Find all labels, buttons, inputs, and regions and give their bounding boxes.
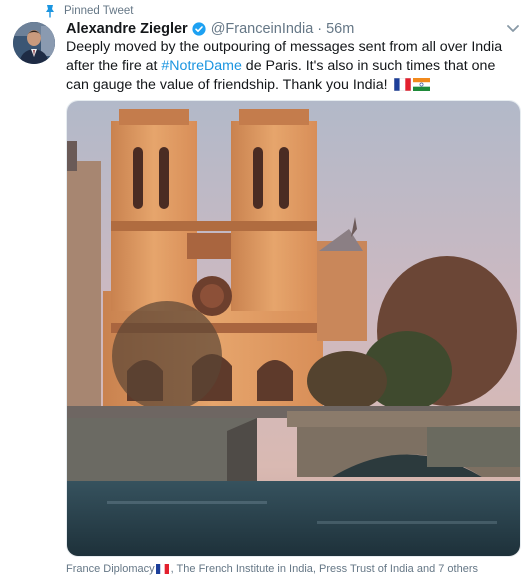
- avatar-image: [13, 22, 55, 64]
- notre-dame-photo: [67, 101, 520, 556]
- verified-badge-icon: [192, 22, 206, 36]
- liked-by-summary[interactable]: France Diplomacy , The French Institute …: [66, 562, 478, 576]
- liked-by-others: , The French Institute in India, Press T…: [170, 563, 478, 575]
- hashtag-link[interactable]: #NotreDame: [161, 58, 241, 74]
- tweet-text: Deeply moved by the outpouring of messag…: [66, 38, 516, 95]
- author-name[interactable]: Alexandre Ziegler: [66, 21, 188, 37]
- pinned-tweet-label: Pinned Tweet: [44, 4, 133, 18]
- timestamp[interactable]: 56m: [326, 21, 354, 37]
- india-flag-icon: [412, 78, 430, 91]
- pin-icon: [46, 5, 54, 18]
- avatar[interactable]: [13, 22, 55, 64]
- france-flag-icon: [393, 78, 411, 91]
- tweet-photo[interactable]: [66, 100, 521, 557]
- liked-by-first: France Diplomacy: [66, 563, 155, 575]
- tweet-header: Alexandre Ziegler @FranceinIndia · 56m: [66, 20, 354, 38]
- france-flag-icon: [155, 564, 169, 574]
- author-handle[interactable]: @FranceinIndia: [211, 21, 314, 37]
- separator-dot: ·: [317, 21, 323, 37]
- chevron-down-icon[interactable]: [506, 24, 520, 34]
